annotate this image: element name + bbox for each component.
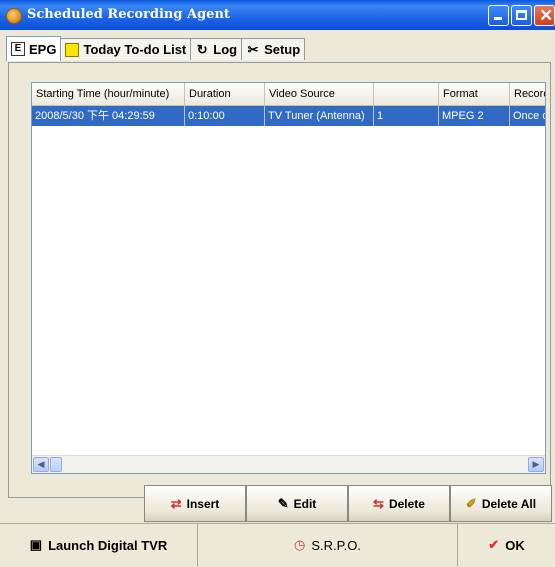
tab-log[interactable]: ↻ Log [190,38,243,60]
epg-icon: E [11,42,25,56]
column-header[interactable]: Duration [185,83,265,105]
bottom-bar: ▣ Launch Digital TVR ◷ S.R.P.O. ✔ OK [0,523,555,567]
tab-label: Log [213,42,238,57]
tab-bar: E EPG Today To-do List ↻ Log ✂ Setup [6,36,306,62]
epg-panel: Starting Time (hour/minute) Duration Vid… [8,62,551,498]
insert-label: Insert [186,496,220,511]
checkmark-icon: ✔ [488,537,500,552]
format-cell: MPEG 2 [439,106,510,126]
source-cell: TV Tuner (Antenna) [265,106,374,126]
duration-cell: 0:10:00 [185,106,265,126]
delete-icon: ⇆ [373,495,384,511]
edit-button[interactable]: ✎ Edit [246,485,348,522]
edit-label: Edit [293,496,317,511]
tab-label: EPG [29,41,57,57]
tab-label: Today To-do List [83,42,187,57]
minimize-icon [494,17,502,20]
tab-label: Setup [264,42,301,57]
log-icon: ↻ [196,41,208,57]
start-cell: 2008/5/30 下午 04:29:59 [32,106,185,126]
tv-icon: ▣ [29,537,43,552]
eraser-icon: ✐ [465,495,477,511]
delete-button[interactable]: ⇆ Delete [348,485,450,522]
tools-icon: ✂ [247,41,259,57]
app-icon [6,8,22,24]
ok-label: OK [505,537,525,553]
app-window: Scheduled Recording Agent ✕ E EPG Today … [0,0,555,567]
title-bar[interactable]: Scheduled Recording Agent ✕ [0,0,555,30]
edit-icon: ✎ [277,495,289,511]
minimize-button[interactable] [488,5,509,26]
scroll-right-button[interactable]: ▶ [528,457,544,472]
column-header[interactable]: Format [439,83,510,105]
scroll-thumb[interactable] [50,457,62,472]
srpo-label: S.R.P.O. [311,537,361,553]
ok-button[interactable]: ✔ OK [458,524,555,566]
column-header[interactable]: Video Source [265,83,374,105]
column-header[interactable]: Record [510,83,545,105]
close-icon: ✕ [539,6,554,25]
srpo-button[interactable]: ◷ S.R.P.O. [198,524,458,566]
maximize-icon [516,10,527,20]
insert-button[interactable]: ⇄ Insert [144,485,246,522]
launch-label: Launch Digital TVR [48,537,168,553]
tab-today-todo[interactable]: Today To-do List [60,38,192,60]
action-bar: ⇄ Insert ✎ Edit ⇆ Delete ✐ Delete All [144,485,552,522]
window-title: Scheduled Recording Agent [27,7,230,22]
record-cell: Once daily [510,106,545,126]
delete-all-label: Delete All [481,496,537,511]
scroll-left-button[interactable]: ◀ [33,457,49,472]
maximize-button[interactable] [511,5,532,26]
delete-all-button[interactable]: ✐ Delete All [450,485,552,522]
table-header: Starting Time (hour/minute) Duration Vid… [32,83,545,106]
column-header[interactable]: Starting Time (hour/minute) [32,83,185,105]
schedule-list[interactable]: Starting Time (hour/minute) Duration Vid… [31,82,546,474]
channel-cell: 1 [374,106,439,126]
note-icon [65,42,80,57]
close-button[interactable]: ✕ [534,5,555,26]
table-row[interactable]: 2008/5/30 下午 04:29:59 0:10:00 TV Tuner (… [32,106,545,126]
column-header[interactable] [374,83,439,105]
launch-digital-tvr-button[interactable]: ▣ Launch Digital TVR [0,524,198,566]
horizontal-scrollbar[interactable]: ◀ ▶ [32,455,545,473]
delete-label: Delete [388,496,425,511]
insert-icon: ⇄ [170,495,182,511]
clock-icon: ◷ [294,537,306,552]
tab-epg[interactable]: E EPG [6,36,62,61]
tab-setup[interactable]: ✂ Setup [241,38,306,60]
